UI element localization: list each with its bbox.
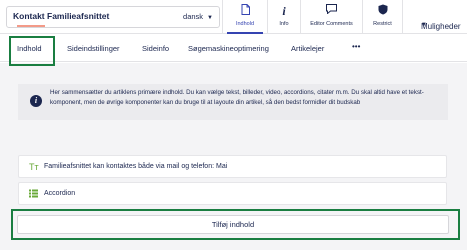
app-content-label: Indhold xyxy=(235,21,255,27)
shield-icon xyxy=(363,4,402,19)
language-value: dansk xyxy=(183,12,204,21)
app-info[interactable]: i Info xyxy=(267,0,300,34)
app-content[interactable]: Indhold xyxy=(222,0,267,34)
content-tabs: Indhold Sideindstillinger Sideinfo Søgem… xyxy=(0,34,467,62)
highlight-frame xyxy=(11,209,460,240)
app-restrict-label: Restrict xyxy=(373,21,392,27)
comment-icon xyxy=(301,4,362,18)
page-name: Kontakt Familieafsnittet xyxy=(13,11,110,21)
app-info-label: Info xyxy=(279,21,289,27)
tab-sideindstillinger[interactable]: Sideindstillinger xyxy=(67,44,120,53)
app-editor-comments-label: Editor Comments xyxy=(310,21,353,27)
text-component-card[interactable]: Tт Familieafsnittet kan kontaktes både v… xyxy=(18,155,447,178)
options-menu[interactable]: Muligheder ▼ xyxy=(402,0,467,34)
active-tab-indicator xyxy=(17,25,45,27)
app-restrict[interactable]: Restrict xyxy=(362,0,402,34)
app-editor-comments[interactable]: Editor Comments xyxy=(300,0,362,34)
info-icon: i xyxy=(30,95,42,107)
tab-artikelejer[interactable]: Artikelejer xyxy=(291,44,324,53)
list-component-icon xyxy=(29,189,38,200)
document-icon xyxy=(223,4,267,19)
component-label: Familieafsnittet kan kontaktes både via … xyxy=(44,163,228,170)
highlight-frame xyxy=(9,36,55,66)
accordion-component-card[interactable]: Accordion xyxy=(18,182,447,205)
tab-sideinfo[interactable]: Sideinfo xyxy=(142,44,169,53)
language-selector[interactable]: dansk ▼ xyxy=(183,12,213,21)
top-bar: Kontakt Familieafsnittet dansk ▼ Indhold … xyxy=(0,0,467,34)
chevron-down-icon: ▼ xyxy=(421,22,427,28)
info-text: Her sammensætter du artiklens primære in… xyxy=(50,89,424,106)
tab-seo[interactable]: Søgemaskineoptimering xyxy=(188,44,269,53)
more-tabs-icon[interactable]: ••• xyxy=(352,42,360,51)
info-icon: i xyxy=(282,4,286,18)
chevron-down-icon: ▼ xyxy=(207,15,213,21)
component-label: Accordion xyxy=(44,190,76,197)
text-component-icon: Tт xyxy=(29,162,39,172)
